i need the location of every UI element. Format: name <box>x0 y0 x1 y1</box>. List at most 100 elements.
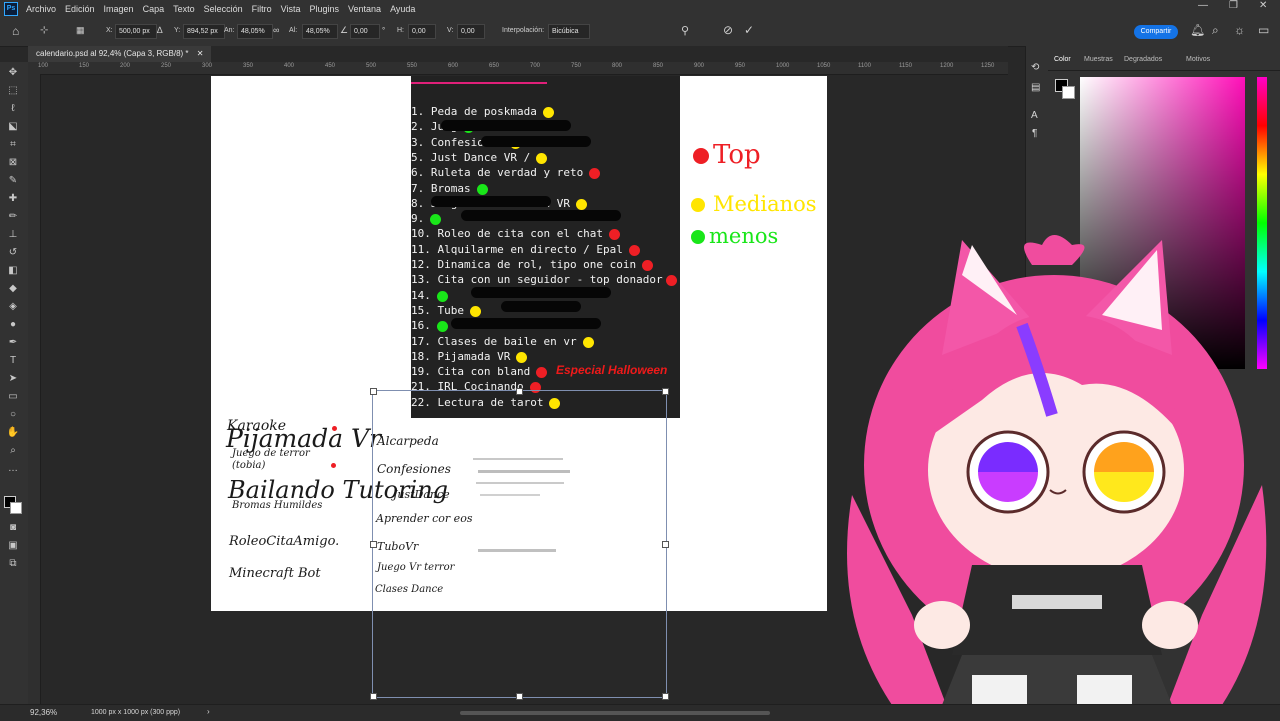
tab-motivos[interactable]: Motivos <box>1186 56 1210 63</box>
y-field[interactable]: 894,52 px <box>183 24 225 39</box>
list-item: 12. Dinamica de rol, tipo one coin <box>411 258 636 271</box>
menu-texto[interactable]: Texto <box>173 4 195 14</box>
status-chevron-icon[interactable]: › <box>207 707 210 716</box>
red-dot-icon <box>628 244 640 256</box>
tab-muestras[interactable]: Muestras <box>1084 56 1113 63</box>
list-item: 10. Roleo de cita con el chat <box>411 227 603 240</box>
clone-stamp-icon[interactable]: ⊥ <box>6 229 20 241</box>
y-label: Y: <box>174 27 181 34</box>
list-item-text: 13. Cita con un seguidor - top donador <box>411 273 663 287</box>
marquee-icon[interactable]: ⬚ <box>6 85 20 97</box>
edit-toolbar-icon[interactable]: ⧉ <box>6 558 20 570</box>
paragraph-icon[interactable]: ¶ <box>1032 128 1037 139</box>
transform-handle-right[interactable] <box>662 541 669 548</box>
link-icon[interactable]: ∞ <box>273 25 279 35</box>
cancel-transform-icon[interactable]: ⊘ <box>723 23 733 37</box>
red-dot-icon <box>609 229 621 241</box>
paint-bucket-icon[interactable]: ◆ <box>6 283 20 295</box>
zoom-icon[interactable]: ⌕ <box>6 445 20 457</box>
menu-archivo[interactable]: Archivo <box>26 4 56 14</box>
document-tab-title: calendario.psd al 92,4% (Capa 3, RGB/8) … <box>36 49 189 58</box>
ruler-tick-label: 950 <box>735 63 746 69</box>
minimize-icon[interactable]: — <box>1198 0 1208 11</box>
eraser-icon[interactable]: ◧ <box>6 265 20 277</box>
transform-handle-top[interactable] <box>516 388 523 395</box>
zoom-level[interactable]: 92,36% <box>30 708 57 717</box>
transform-handle-bottom[interactable] <box>516 693 523 700</box>
h-skew-field[interactable]: 0,00 <box>408 24 436 39</box>
angle-field[interactable]: 0,00 <box>350 24 380 39</box>
move-icon[interactable]: ✥ <box>6 67 20 79</box>
warp-icon[interactable]: ⚲ <box>681 24 689 37</box>
transform-handle-bottom-left[interactable] <box>370 693 377 700</box>
restore-icon[interactable]: ❐ <box>1229 0 1238 11</box>
rectangle-icon[interactable]: ▭ <box>6 391 20 403</box>
transform-handle-bottom-right[interactable] <box>662 693 669 700</box>
move-tool-icon[interactable]: ⊹ <box>40 25 48 36</box>
menu-imagen[interactable]: Imagen <box>104 4 134 14</box>
ruler-tick-label: 1250 <box>981 63 995 69</box>
quick-mask-icon[interactable]: ◙ <box>6 522 20 534</box>
dodge-icon[interactable]: ● <box>6 319 20 331</box>
background-color-swatch[interactable] <box>10 502 22 514</box>
history-brush-icon[interactable]: ↺ <box>6 247 20 259</box>
character-icon[interactable]: A <box>1031 110 1038 121</box>
tab-color[interactable]: Color <box>1054 56 1071 63</box>
more-tools-icon[interactable]: … <box>6 463 20 475</box>
tab-close-icon[interactable]: ✕ <box>197 49 204 58</box>
ruler-tick-label: 800 <box>612 63 623 69</box>
history-icon[interactable]: ⟲ <box>1031 62 1039 73</box>
close-icon[interactable]: ✕ <box>1259 0 1267 11</box>
menu-filtro[interactable]: Filtro <box>252 4 272 14</box>
screen-mode-icon[interactable]: ▣ <box>6 540 20 552</box>
tab-degradados[interactable]: Degradados <box>1124 56 1162 63</box>
ellipse-icon[interactable]: ○ <box>6 409 20 421</box>
x-field[interactable]: 500,00 px <box>115 24 157 39</box>
censor-scribble <box>451 318 601 329</box>
v-skew-label: V: <box>447 27 454 34</box>
comments-icon[interactable]: ▤ <box>1031 82 1040 93</box>
transform-bounding-box[interactable] <box>370 388 669 700</box>
tools-panel: ✥ ⬚ ℓ ⬕ ⌗ ⊠ ✎ ✚ ✏ ⊥ ↺ ◧ ◆ ◈ ● ✒ T ➤ ▭ ○ … <box>0 62 28 704</box>
horizontal-scrollbar[interactable] <box>460 711 770 715</box>
lightbulb-icon[interactable]: ☼ <box>1234 23 1245 37</box>
pen-icon[interactable]: ✒ <box>6 337 20 349</box>
height-field[interactable]: 48,05% <box>302 24 338 39</box>
menu-seleccion[interactable]: Selección <box>204 4 243 14</box>
crop-icon[interactable]: ⌗ <box>6 139 20 151</box>
workspace-icon[interactable]: ▭ <box>1258 23 1269 37</box>
transform-handle-left[interactable] <box>370 541 377 548</box>
commit-transform-icon[interactable]: ✓ <box>744 23 754 37</box>
share-button[interactable]: Compartir <box>1134 25 1178 39</box>
document-tab[interactable]: calendario.psd al 92,4% (Capa 3, RGB/8) … <box>28 46 212 62</box>
brush-icon[interactable]: ✏ <box>6 211 20 223</box>
width-field[interactable]: 48,05% <box>237 24 273 39</box>
healing-brush-icon[interactable]: ✚ <box>6 193 20 205</box>
search-icon[interactable]: ⌕ <box>1212 23 1219 38</box>
eyedropper-icon[interactable]: ✎ <box>6 175 20 187</box>
transform-handle-top-right[interactable] <box>662 388 669 395</box>
bell-icon[interactable]: 🔔︎ <box>1190 23 1205 37</box>
path-select-icon[interactable]: ➤ <box>6 373 20 385</box>
menu-plugins[interactable]: Plugins <box>310 4 340 14</box>
home-icon[interactable]: ⌂ <box>12 24 19 38</box>
legend-mid-label: Medianos <box>713 192 817 216</box>
menu-vista[interactable]: Vista <box>281 4 301 14</box>
menu-ayuda[interactable]: Ayuda <box>390 4 415 14</box>
object-select-icon[interactable]: ⬕ <box>6 121 20 133</box>
lasso-icon[interactable]: ℓ <box>6 103 20 115</box>
menu-ventana[interactable]: Ventana <box>348 4 381 14</box>
transform-handle-top-left[interactable] <box>370 388 377 395</box>
v-skew-field[interactable]: 0,00 <box>457 24 485 39</box>
interpolation-select[interactable]: Bicúbica <box>548 24 590 39</box>
blur-icon[interactable]: ◈ <box>6 301 20 313</box>
list-item-text: 17. Clases de baile en vr <box>411 334 577 348</box>
menu-edicion[interactable]: Edición <box>65 4 95 14</box>
panel-background-swatch[interactable] <box>1062 86 1075 99</box>
reference-point-icon[interactable]: ▦ <box>76 25 85 36</box>
hand-icon[interactable]: ✋ <box>6 427 20 439</box>
photoshop-logo-icon[interactable]: Ps <box>4 1 18 16</box>
menu-capa[interactable]: Capa <box>143 4 165 14</box>
text-tool-icon[interactable]: T <box>6 355 20 367</box>
frame-icon[interactable]: ⊠ <box>6 157 20 169</box>
